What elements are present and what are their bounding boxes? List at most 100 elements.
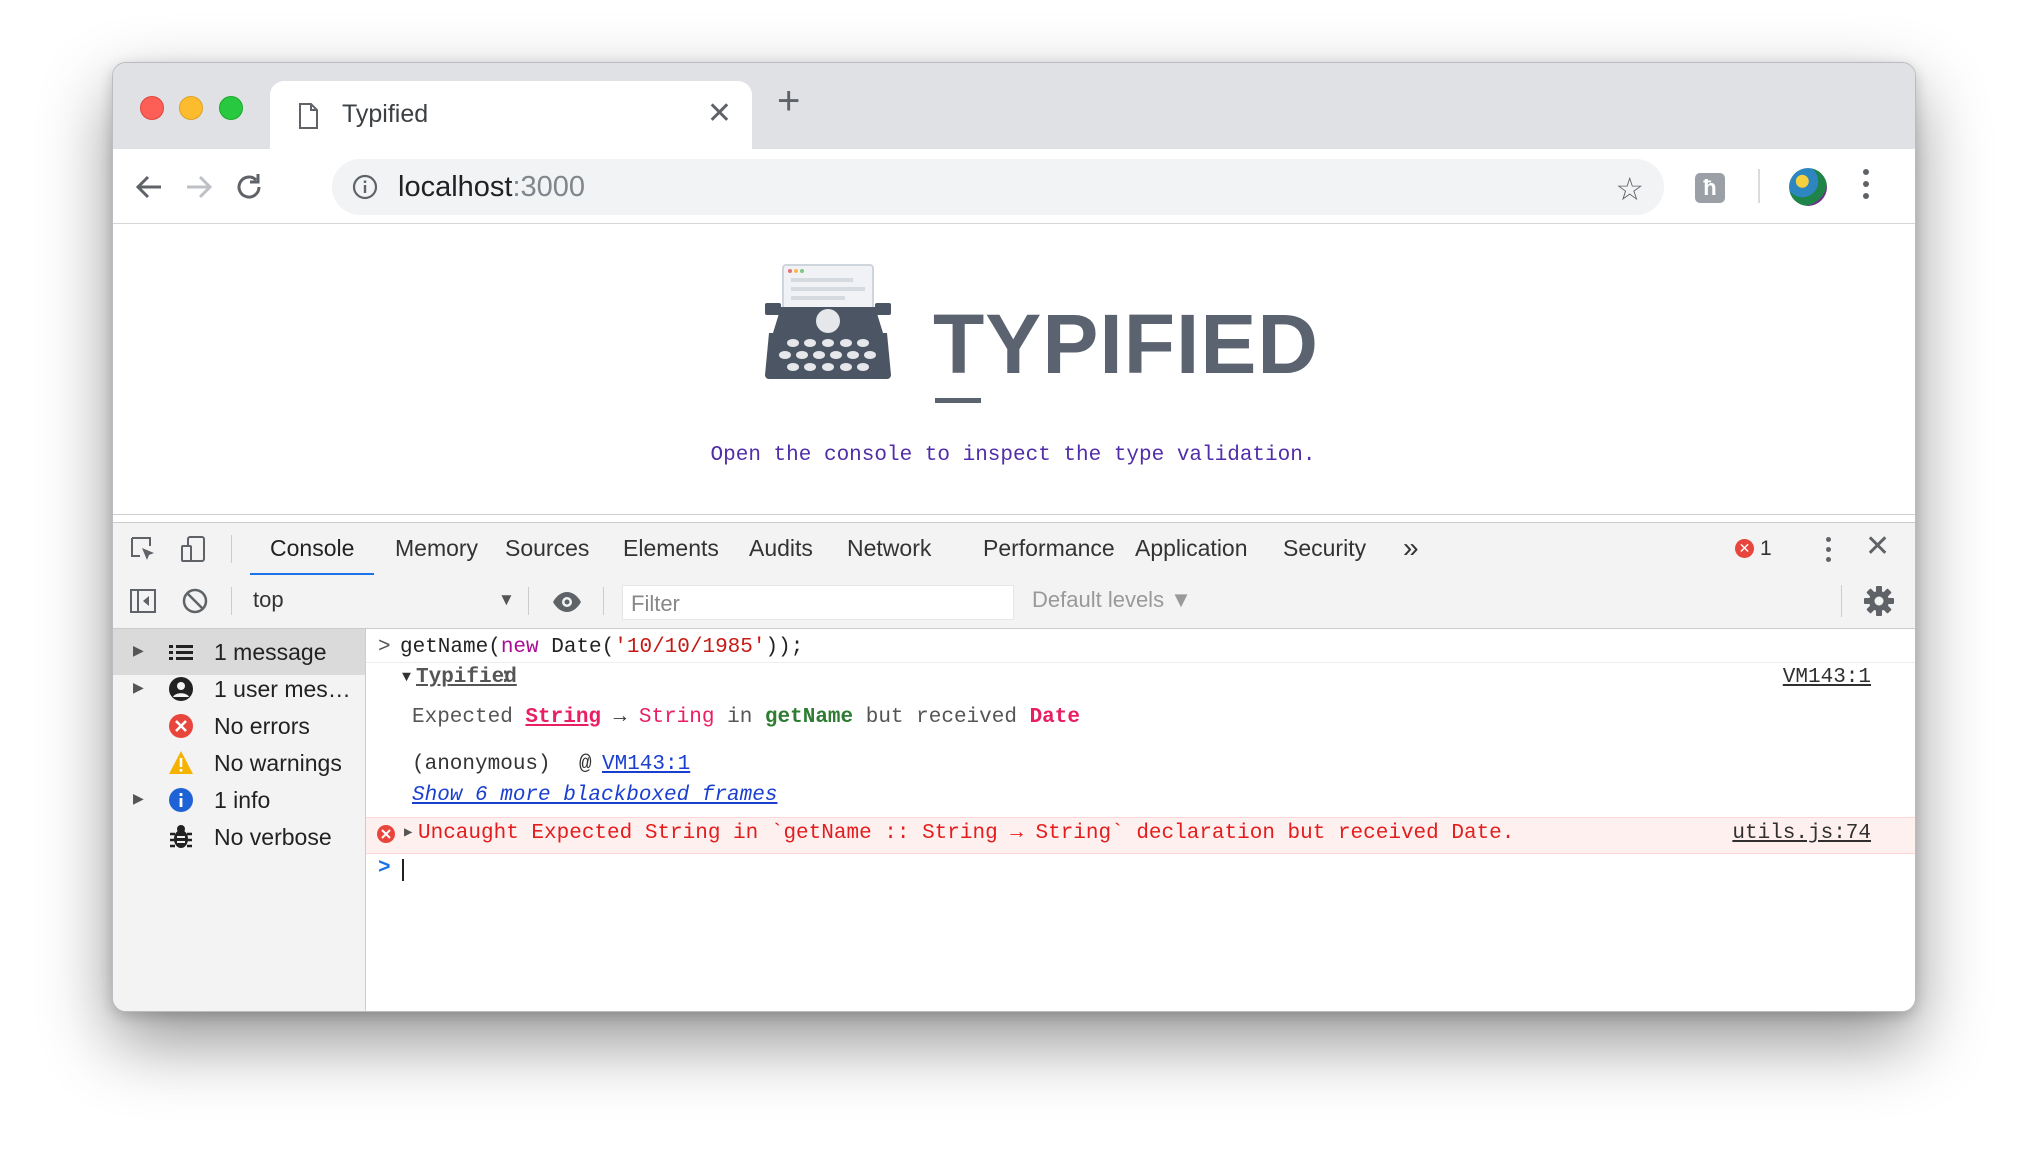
device-toolbar-icon[interactable] xyxy=(179,535,207,563)
error-count: 1 xyxy=(1760,537,1772,560)
extension-icon[interactable]: ħ xyxy=(1695,173,1725,203)
error-source-link[interactable]: utils.js:74 xyxy=(1732,822,1871,845)
forward-icon[interactable] xyxy=(181,169,217,205)
tab-security[interactable]: Security xyxy=(1283,523,1366,575)
input-prompt-icon: > xyxy=(378,636,391,659)
error-message: Uncaught Expected String in `getName :: … xyxy=(418,822,1515,845)
input-string: '10/10/1985' xyxy=(614,636,766,659)
error-count-badge[interactable]: ✕ 1 xyxy=(1735,537,1772,561)
log-levels-dropdown[interactable]: Default levels ▼ xyxy=(1032,587,1192,613)
input-rest: Date( xyxy=(538,636,615,659)
sidebar-toggle-icon[interactable] xyxy=(129,587,157,615)
devtools-tabbar: Console Memory Sources Elements Audits N… xyxy=(113,522,1915,576)
close-devtools-icon[interactable]: ✕ xyxy=(1865,529,1890,564)
console-input-echo: > getName(new Date('10/10/1985')); xyxy=(366,636,1915,663)
msg-text: Expected xyxy=(412,706,526,729)
context-selector[interactable]: top xyxy=(253,587,284,613)
devtools-menu-icon[interactable] xyxy=(1826,537,1831,567)
filter-input[interactable]: Filter xyxy=(622,585,1014,620)
expand-arrow-icon[interactable]: ▶ xyxy=(404,824,412,841)
info-icon xyxy=(169,788,193,812)
group-colon: : xyxy=(499,666,512,689)
warning-icon xyxy=(169,751,193,774)
console-settings-gear-icon[interactable] xyxy=(1863,585,1895,617)
user-icon xyxy=(169,677,193,701)
inspect-element-icon[interactable] xyxy=(129,535,157,563)
close-window-button[interactable] xyxy=(140,96,164,120)
brand-wordmark: TYPIFIED xyxy=(933,296,1320,403)
text-cursor xyxy=(402,859,404,881)
list-icon xyxy=(169,645,193,660)
stack-source-link[interactable]: VM143:1 xyxy=(602,753,690,776)
clear-console-icon[interactable] xyxy=(181,587,209,615)
maximize-window-button[interactable] xyxy=(219,96,243,120)
tab-network[interactable]: Network xyxy=(847,523,931,575)
input-end: )); xyxy=(765,636,804,659)
tab-memory[interactable]: Memory xyxy=(395,523,478,575)
prompt-chevron-icon: > xyxy=(378,857,391,880)
expected-type: String xyxy=(525,706,602,729)
input-fn: getName( xyxy=(400,636,501,659)
tab-strip: Typified ✕ + xyxy=(113,63,1915,153)
reload-icon[interactable] xyxy=(231,169,267,205)
minimize-window-button[interactable] xyxy=(179,96,203,120)
devtools-divider xyxy=(231,535,232,563)
msg-text: but received xyxy=(853,706,1030,729)
context-dropdown-icon[interactable]: ▼ xyxy=(498,590,515,610)
filter-divider xyxy=(603,587,604,615)
expand-arrow-icon[interactable]: ▶ xyxy=(133,642,144,659)
function-name: getName xyxy=(764,706,854,729)
address-bar[interactable]: localhost:3000 ☆ xyxy=(332,159,1664,215)
back-icon[interactable] xyxy=(131,169,167,205)
tab-performance[interactable]: Performance xyxy=(983,523,1115,575)
console-group-header[interactable]: ▼ Typified : VM143:1 xyxy=(366,666,1915,692)
url-text: localhost:3000 xyxy=(398,171,585,204)
filter-divider xyxy=(528,587,529,615)
new-tab-button[interactable]: + xyxy=(777,79,800,124)
site-info-icon[interactable] xyxy=(352,174,378,200)
tab-title: Typified xyxy=(342,100,429,128)
blackboxed-frames-link-row: Show 6 more blackboxed frames xyxy=(412,784,1915,807)
close-tab-icon[interactable]: ✕ xyxy=(707,96,732,131)
tab-sources[interactable]: Sources xyxy=(505,523,589,575)
browser-menu-icon[interactable] xyxy=(1863,169,1869,205)
browser-toolbar: localhost:3000 ☆ ħ xyxy=(113,149,1915,224)
msg-text: in xyxy=(714,706,765,729)
expand-arrow-icon[interactable]: ▶ xyxy=(133,679,144,696)
url-port: :3000 xyxy=(512,171,586,203)
live-expression-eye-icon[interactable] xyxy=(551,588,583,616)
sidebar-item-label: No errors xyxy=(214,713,310,739)
browser-tab[interactable]: Typified ✕ xyxy=(270,81,752,153)
console-error-row: ▶ Uncaught Expected String in `getName :… xyxy=(366,817,1915,854)
received-type: Date xyxy=(1029,706,1080,729)
console-prompt[interactable]: > xyxy=(366,857,1915,887)
tab-console[interactable]: Console xyxy=(249,523,375,576)
sidebar-item-verbose[interactable]: No verbose xyxy=(113,814,365,860)
tab-elements[interactable]: Elements xyxy=(623,523,719,575)
page-tagline: Open the console to inspect the type val… xyxy=(710,444,1316,467)
tab-application[interactable]: Application xyxy=(1135,523,1248,575)
validation-message: Expected String → String in getName but … xyxy=(412,706,1915,729)
tab-audits[interactable]: Audits xyxy=(749,523,813,575)
bug-icon xyxy=(170,825,192,848)
profile-avatar[interactable] xyxy=(1789,168,1827,206)
input-keyword: new xyxy=(500,636,539,659)
page-body: TYPIFIED Open the console to inspect the… xyxy=(123,224,1903,507)
bookmark-star-icon[interactable]: ☆ xyxy=(1615,170,1644,208)
msg-arrow: → xyxy=(601,706,639,729)
error-badge-icon: ✕ xyxy=(1735,539,1754,558)
group-source-link[interactable]: VM143:1 xyxy=(1783,666,1871,689)
console-filter-bar: top ▼ Filter Default levels ▼ xyxy=(113,575,1915,629)
sidebar-item-label: 1 info xyxy=(214,787,271,813)
collapse-arrow-icon[interactable]: ▼ xyxy=(402,669,411,686)
expand-arrow-icon[interactable]: ▶ xyxy=(133,790,144,807)
show-blackboxed-frames-link[interactable]: Show 6 more blackboxed frames xyxy=(412,784,777,807)
filter-divider xyxy=(1841,585,1842,617)
brand-text: TYPIFIED xyxy=(933,297,1320,391)
input-expression: getName(new Date('10/10/1985')); xyxy=(400,636,803,659)
sidebar-item-label: 1 message xyxy=(214,639,327,665)
console-sidebar: ▶ 1 message ▶ 1 user mes… No errors No w… xyxy=(113,629,366,1011)
sidebar-item-label: No warnings xyxy=(214,750,342,776)
typewriter-logo xyxy=(765,264,891,379)
more-tabs-icon[interactable]: » xyxy=(1403,523,1419,575)
